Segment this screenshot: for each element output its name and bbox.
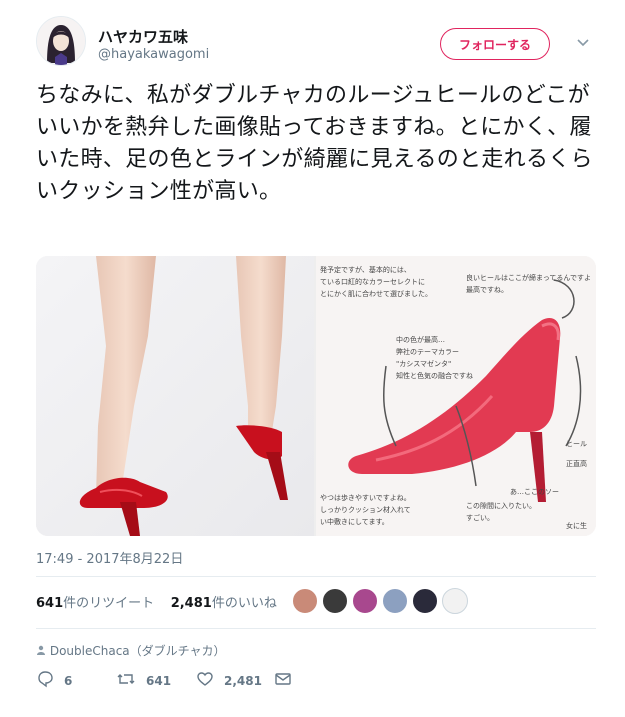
likes-count: 2,481 <box>170 596 212 611</box>
person-icon <box>36 644 50 658</box>
media-annotation: 正直高 <box>566 459 587 468</box>
media-annotation: あ…ここのソー <box>510 488 559 496</box>
divider <box>36 628 596 629</box>
media-annotation: この隙間に入りたい。 <box>466 501 536 510</box>
media-image-right[interactable]: 発予定ですが、基本的には、 ている口紅的なカラーセレクトに とにかく肌に合わせて… <box>316 256 596 536</box>
tweet-text: ちなみに、私がダブルチャカのルージュヒールのどこがいいかを熱弁した画像貼っておき… <box>36 83 593 204</box>
reply-count: 6 <box>64 673 73 688</box>
liker-avatar[interactable] <box>382 588 408 614</box>
chevron-down-icon[interactable] <box>576 36 590 50</box>
media-image-left[interactable] <box>36 256 314 536</box>
tweet-source[interactable]: DoubleChaca（ダブルチャカ） <box>36 642 226 659</box>
like-count: 2,481 <box>224 673 262 688</box>
tweet-stats: 641件のリツイート 2,481件のいいね <box>36 592 277 611</box>
source-label: DoubleChaca（ダブルチャカ） <box>49 644 226 658</box>
media-annotation: とにかく肌に合わせて選びました。 <box>320 289 432 298</box>
reply-button[interactable]: 6 <box>36 670 72 691</box>
tweet-header: ハヤカワ五味 @hayakawagomi フォローする <box>36 14 596 74</box>
media-annotation: 発予定ですが、基本的には、 <box>320 265 411 274</box>
liker-avatar[interactable] <box>412 588 438 614</box>
retweet-count: 641 <box>146 673 172 688</box>
retweet-button[interactable]: 641 <box>116 670 171 691</box>
retweets-count: 641 <box>36 596 64 611</box>
media-annotation: やつは歩きやすいですよね。 <box>320 493 411 502</box>
direct-message-button[interactable] <box>274 670 292 691</box>
retweet-icon <box>116 670 136 691</box>
handle[interactable]: @hayakawagomi <box>98 47 209 62</box>
liker-avatar[interactable] <box>442 588 468 614</box>
envelope-icon <box>274 670 292 691</box>
media-annotation: "カシスマゼンタ" <box>396 359 451 368</box>
liker-avatar[interactable] <box>322 588 348 614</box>
media-annotation: 最高ですね。 <box>466 285 508 294</box>
display-name[interactable]: ハヤカワ五味 <box>98 26 188 47</box>
tweet-media[interactable]: 発予定ですが、基本的には、 ている口紅的なカラーセレクトに とにかく肌に合わせて… <box>36 256 596 536</box>
media-annotation: い中敷きにしてます。 <box>320 517 389 526</box>
liker-avatar[interactable] <box>352 588 378 614</box>
media-annotation: すごい。 <box>466 513 494 522</box>
media-annotation: 弊社のテーマカラー <box>396 347 459 356</box>
follow-button[interactable]: フォローする <box>440 28 550 60</box>
retweet-stat[interactable]: 641件のリツイート <box>36 596 154 611</box>
media-annotation: 女に生 <box>566 521 587 530</box>
retweets-label: 件のリツイート <box>63 596 155 611</box>
tweet-timestamp[interactable]: 17:49 - 2017年8月22日 <box>36 548 183 567</box>
avatar[interactable] <box>36 16 86 66</box>
media-annotation: ヒール <box>566 440 587 448</box>
reply-icon <box>36 670 54 691</box>
media-annotation: しっかりクッション材入れて <box>320 505 411 514</box>
tweet-actions: 6 641 2,481 <box>36 668 436 692</box>
divider <box>36 576 596 577</box>
like-button[interactable]: 2,481 <box>196 670 262 691</box>
media-annotation: 中の色が最高… <box>396 335 445 344</box>
media-annotation: ている口紅的なカラーセレクトに <box>320 277 425 286</box>
like-stat[interactable]: 2,481件のいいね <box>171 596 277 611</box>
likes-label: 件のいいね <box>211 596 277 611</box>
liker-avatar[interactable] <box>292 588 318 614</box>
media-annotation: 良いヒールはここが締まってるんですよ <box>466 273 591 282</box>
heart-icon <box>196 670 214 691</box>
media-annotation: 知性と色気の融合ですね <box>396 371 473 380</box>
